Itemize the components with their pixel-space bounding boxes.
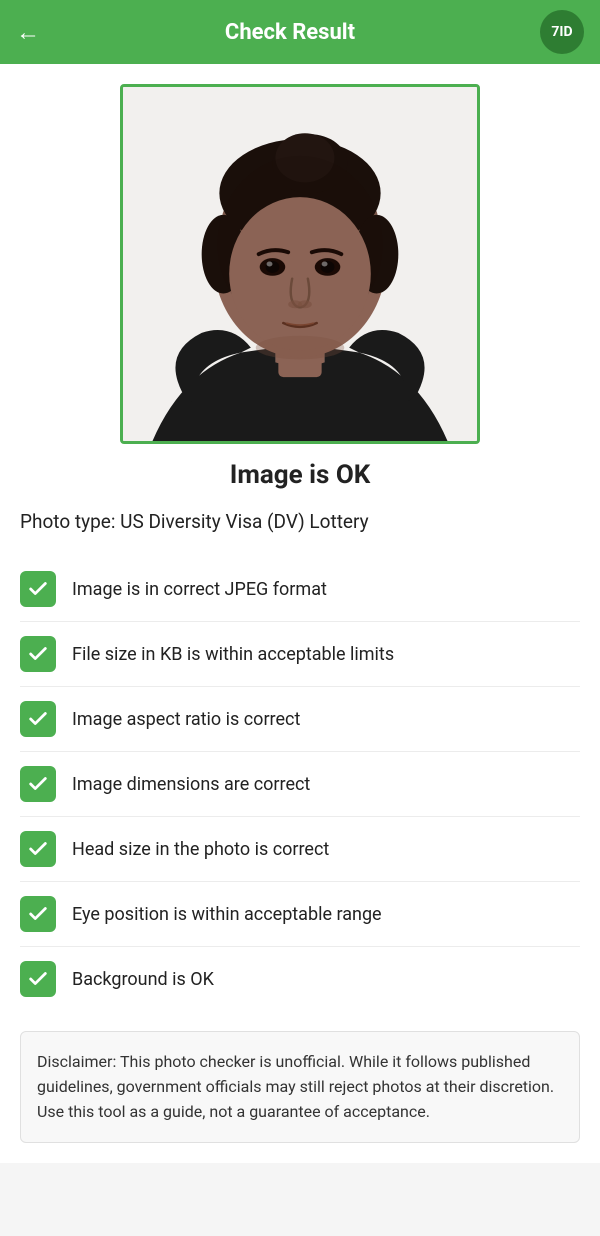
check-text-jpeg: Image is in correct JPEG format bbox=[72, 579, 327, 600]
check-icon-headsize bbox=[20, 831, 56, 867]
passport-photo-frame bbox=[120, 84, 480, 444]
check-text-background: Background is OK bbox=[72, 969, 214, 990]
disclaimer-text: Disclaimer: This photo checker is unoffi… bbox=[37, 1050, 563, 1124]
disclaimer-box: Disclaimer: This photo checker is unoffi… bbox=[20, 1031, 580, 1143]
back-button[interactable]: ← bbox=[16, 18, 40, 47]
check-item-headsize: Head size in the photo is correct bbox=[20, 817, 580, 882]
check-text-filesize: File size in KB is within acceptable lim… bbox=[72, 644, 394, 665]
check-item-background: Background is OK bbox=[20, 947, 580, 1011]
status-title: Image is OK bbox=[20, 460, 580, 490]
photo-container bbox=[20, 84, 580, 444]
app-logo: 7ID bbox=[540, 10, 584, 54]
page-title: Check Result bbox=[40, 20, 540, 45]
check-text-eyeposition: Eye position is within acceptable range bbox=[72, 904, 382, 925]
check-item-aspect: Image aspect ratio is correct bbox=[20, 687, 580, 752]
main-content: Image is OK Photo type: US Diversity Vis… bbox=[0, 64, 600, 1143]
check-item-dimensions: Image dimensions are correct bbox=[20, 752, 580, 817]
check-icon-background bbox=[20, 961, 56, 997]
check-icon-filesize bbox=[20, 636, 56, 672]
check-text-headsize: Head size in the photo is correct bbox=[72, 839, 329, 860]
check-icon-jpeg bbox=[20, 571, 56, 607]
check-list: Image is in correct JPEG format File siz… bbox=[20, 557, 580, 1011]
check-text-aspect: Image aspect ratio is correct bbox=[72, 709, 300, 730]
check-item-jpeg: Image is in correct JPEG format bbox=[20, 557, 580, 622]
check-item-eyeposition: Eye position is within acceptable range bbox=[20, 882, 580, 947]
passport-photo bbox=[123, 87, 477, 441]
app-header: ← Check Result 7ID bbox=[0, 0, 600, 64]
check-text-dimensions: Image dimensions are correct bbox=[72, 774, 310, 795]
check-icon-dimensions bbox=[20, 766, 56, 802]
check-item-filesize: File size in KB is within acceptable lim… bbox=[20, 622, 580, 687]
photo-type-label: Photo type: US Diversity Visa (DV) Lotte… bbox=[20, 510, 580, 537]
check-icon-eyeposition bbox=[20, 896, 56, 932]
check-icon-aspect bbox=[20, 701, 56, 737]
